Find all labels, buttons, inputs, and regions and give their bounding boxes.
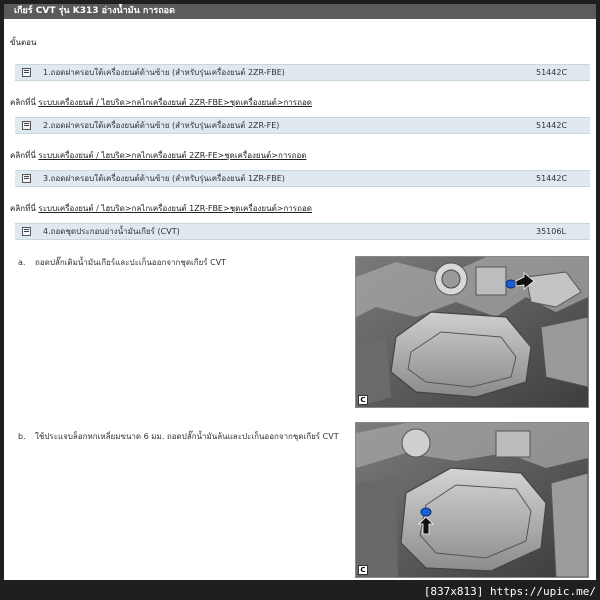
figure-label: C xyxy=(358,395,368,405)
step-1-label: 1.ถอดฝาครอบใต้เครื่องยนต์ด้านซ้าย (สำหรั… xyxy=(43,68,285,77)
fill-plug-highlight xyxy=(505,279,517,289)
step-4-bar[interactable]: 4.ถอดชุดประกอบอ่างน้ำมันเกียร์ (CVT) 351… xyxy=(15,223,590,240)
step-2-label: 2.ถอดฝาครอบใต้เครื่องยนต์ด้านซ้าย (สำหรั… xyxy=(43,121,280,130)
minus-square-icon[interactable] xyxy=(22,121,31,130)
step-3-code: 51442C xyxy=(536,174,568,183)
step-2-bar[interactable]: 2.ถอดฝาครอบใต้เครื่องยนต์ด้านซ้าย (สำหรั… xyxy=(15,117,590,134)
step-3-reference: คลิกที่นี่ ระบบเครื่องยนต์ / ไฮบริด>กลไก… xyxy=(10,202,312,215)
step-1-reference-link[interactable]: ระบบเครื่องยนต์ / ไฮบริด>กลไกเครื่องยนต์… xyxy=(38,98,312,107)
watermark: [837x813] https://upic.me/ xyxy=(423,585,596,598)
page: เกียร์ CVT รุ่น K313 อ่างน้ำมัน การถอด ข… xyxy=(4,4,596,580)
page-title: เกียร์ CVT รุ่น K313 อ่างน้ำมัน การถอด xyxy=(4,4,596,19)
step-1-code: 51442C xyxy=(536,68,568,77)
steps-heading: ขั้นตอน xyxy=(10,38,37,47)
minus-square-icon[interactable] xyxy=(22,227,31,236)
figure-overflow-plug: C xyxy=(355,422,589,578)
click-here-text: คลิกที่นี่ xyxy=(10,151,36,160)
overflow-plug-highlight xyxy=(420,507,432,517)
step-1-reference: คลิกที่นี่ ระบบเครื่องยนต์ / ไฮบริด>กลไก… xyxy=(10,96,312,109)
step-2-reference: คลิกที่นี่ ระบบเครื่องยนต์ / ไฮบริด>กลไก… xyxy=(10,149,306,162)
step-3-reference-link[interactable]: ระบบเครื่องยนต์ / ไฮบริด>กลไกเครื่องยนต์… xyxy=(38,204,312,213)
step-3-label: 3.ถอดฝาครอบใต้เครื่องยนต์ด้านซ้าย (สำหรั… xyxy=(43,174,285,183)
instruction-a-text: ถอดปลั๊กเติมน้ำมันเกียร์และปะเก็นออกจากช… xyxy=(35,258,227,267)
minus-square-icon[interactable] xyxy=(22,68,31,77)
step-2-reference-link[interactable]: ระบบเครื่องยนต์ / ไฮบริด>กลไกเครื่องยนต์… xyxy=(38,151,306,160)
step-4-code: 35106L xyxy=(536,227,566,236)
engine-oil-pan-illustration xyxy=(356,257,588,407)
step-3-bar[interactable]: 3.ถอดฝาครอบใต้เครื่องยนต์ด้านซ้าย (สำหรั… xyxy=(15,170,590,187)
step-2-code: 51442C xyxy=(536,121,568,130)
step-1-bar[interactable]: 1.ถอดฝาครอบใต้เครื่องยนต์ด้านซ้าย (สำหรั… xyxy=(15,64,590,81)
instruction-b-marker: b. xyxy=(18,432,26,441)
step-4-label: 4.ถอดชุดประกอบอ่างน้ำมันเกียร์ (CVT) xyxy=(43,227,180,236)
engine-oil-pan-illustration xyxy=(356,423,588,577)
figure-fill-plug: C xyxy=(355,256,589,408)
instruction-a-marker: a. xyxy=(18,258,26,267)
figure-label: C xyxy=(358,565,368,575)
click-here-text: คลิกที่นี่ xyxy=(10,98,36,107)
click-here-text: คลิกที่นี่ xyxy=(10,204,36,213)
minus-square-icon[interactable] xyxy=(22,174,31,183)
instruction-b-text: ใช้ประแจบล็อกหกเหลี่ยมขนาด 6 มม. ถอดปลั๊… xyxy=(35,432,339,441)
